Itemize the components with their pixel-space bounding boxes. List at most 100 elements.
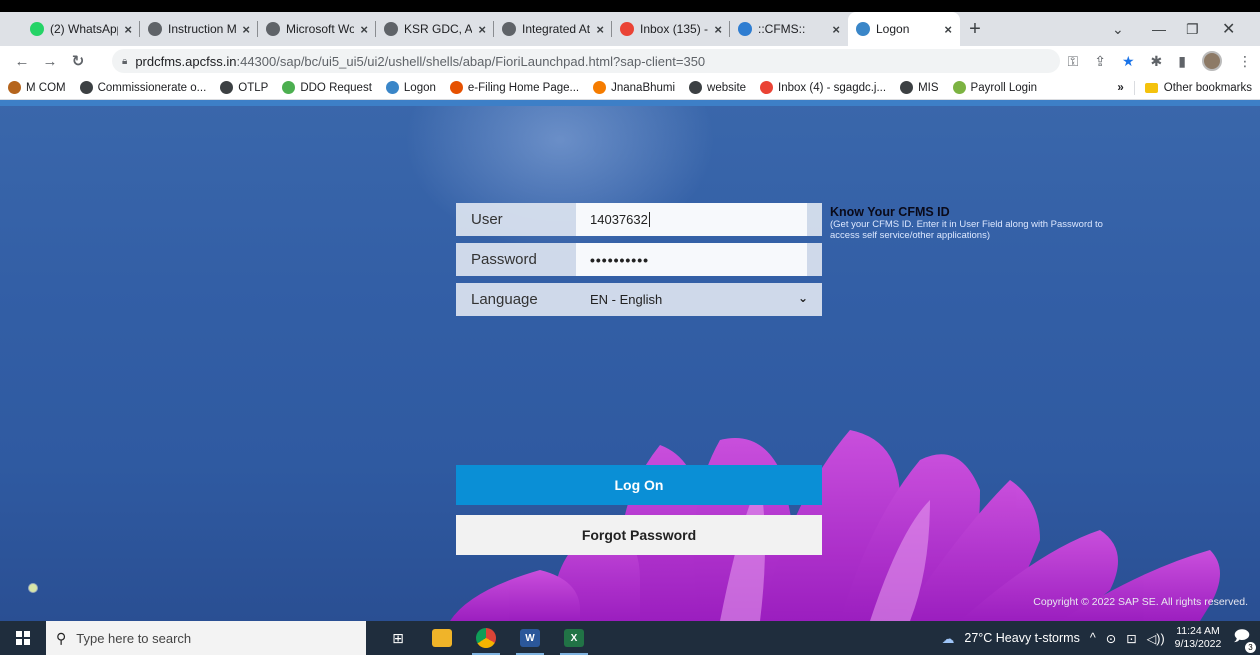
tab-search-chevron-icon[interactable]: ⌄: [1112, 12, 1124, 46]
minimize-button[interactable]: —: [1152, 12, 1166, 46]
sun-icon: [593, 81, 607, 94]
user-input[interactable]: 14037632: [576, 203, 807, 236]
close-tab-icon[interactable]: ×: [944, 22, 952, 37]
task-view-button[interactable]: ⊞: [376, 621, 420, 655]
bookmark-3[interactable]: DDO Request: [282, 81, 372, 94]
reload-button[interactable]: ↻: [64, 52, 92, 70]
password-label: Password: [471, 251, 537, 268]
weather-icon: ☁︎: [941, 631, 955, 646]
bookmark-label: Logon: [403, 81, 436, 94]
excel-taskbar-button[interactable]: X: [552, 621, 596, 655]
weather-text[interactable]: 27°C Heavy t-storms: [964, 631, 1079, 645]
forgot-password-button[interactable]: Forgot Password: [456, 515, 822, 555]
other-bookmarks-button[interactable]: Other bookmarks: [1164, 82, 1252, 94]
bookmarks-bar: M COM Commissionerate o... OTLP DDO Request…: [0, 76, 1260, 100]
side-panel-icon[interactable]: ▮: [1178, 53, 1186, 70]
tab-5[interactable]: Inbox (135) - ×: [612, 12, 730, 46]
gmail-icon: [620, 22, 634, 36]
bookmark-label: Payroll Login: [970, 81, 1038, 94]
globe-icon: [502, 22, 516, 36]
file-explorer-button[interactable]: [420, 621, 464, 655]
volume-icon[interactable]: ◁)): [1147, 631, 1165, 646]
notification-icon[interactable]: 🗩︎ 3: [1233, 626, 1256, 653]
bookmarks-separator: [1133, 81, 1135, 95]
profile-avatar[interactable]: [1202, 51, 1222, 71]
chrome-taskbar-button[interactable]: [464, 621, 508, 655]
close-tab-icon[interactable]: ×: [714, 22, 722, 37]
tab-label: Inbox (135) -: [640, 22, 709, 36]
ddo-icon: [282, 81, 296, 94]
globe-icon: [900, 81, 914, 94]
bookmark-2[interactable]: OTLP: [220, 81, 268, 94]
language-select-value: EN - English: [590, 292, 663, 307]
cfms-id-info: Know Your CFMS ID (Get your CFMS ID. Ent…: [830, 205, 1120, 241]
key-icon[interactable]: ⚿: [1068, 53, 1079, 70]
password-input[interactable]: ••••••••••: [576, 243, 807, 276]
tab-3[interactable]: KSR GDC, AN ×: [376, 12, 494, 46]
bookmark-label: OTLP: [238, 81, 269, 94]
bookmark-5[interactable]: e-Filing Home Page...: [449, 81, 579, 94]
bookmark-4[interactable]: Logon: [385, 81, 436, 94]
user-field-row: User 14037632: [456, 203, 822, 236]
tab-0[interactable]: (2) WhatsApp ×: [22, 12, 140, 46]
globe-icon: [384, 22, 398, 36]
bookmark-9[interactable]: MIS: [900, 81, 939, 94]
close-tab-icon[interactable]: ×: [124, 22, 132, 37]
tab-6[interactable]: ::CFMS:: ×: [730, 12, 848, 46]
word-icon: W: [520, 629, 540, 647]
star-icon[interactable]: ★: [1122, 53, 1135, 70]
clock[interactable]: 11:24 AM 9/13/2022: [1175, 625, 1222, 651]
bookmark-label: Inbox (4) - sgagdc.j...: [778, 81, 887, 94]
forward-button[interactable]: →: [36, 53, 64, 70]
bookmark-label: DDO Request: [300, 81, 372, 94]
address-bar[interactable]: 🔒︎ prdcfms.apcfss.in :44300/sap/bc/ui5_u…: [112, 49, 1060, 73]
language-select[interactable]: EN - English: [576, 283, 807, 316]
cfms-icon: [738, 22, 752, 36]
bookmark-10[interactable]: Payroll Login: [952, 81, 1038, 94]
network-icon[interactable]: ⊡: [1126, 631, 1136, 646]
tab-7[interactable]: Logon ×: [848, 12, 960, 46]
extensions-icon[interactable]: ✱: [1151, 53, 1163, 70]
back-button[interactable]: ←: [8, 53, 36, 70]
menu-icon[interactable]: ⋮: [1238, 53, 1252, 70]
accessibility-icon[interactable]: [28, 583, 38, 593]
start-button[interactable]: [0, 621, 46, 655]
tab-1[interactable]: Instruction M ×: [140, 12, 258, 46]
url-host: prdcfms.apcfss.in: [135, 53, 237, 69]
close-tab-icon[interactable]: ×: [478, 22, 486, 37]
share-icon[interactable]: ⇪: [1094, 53, 1106, 70]
efiling-icon: [449, 81, 463, 94]
bookmark-label: MIS: [918, 81, 939, 94]
cfms-info-title[interactable]: Know Your CFMS ID: [830, 205, 1120, 219]
header-strip: [0, 100, 1260, 106]
new-tab-button[interactable]: +: [960, 12, 990, 46]
bookmark-1[interactable]: Commissionerate o...: [79, 81, 206, 94]
system-tray: ☁︎ 27°C Heavy t-storms ^ ⊙ ⊡ ◁)) 11:24 A…: [942, 621, 1260, 655]
bookmark-6[interactable]: JnanaBhumi: [593, 81, 675, 94]
more-bookmarks-button[interactable]: »: [1117, 82, 1123, 94]
globe-icon: [689, 81, 703, 94]
show-hidden-icons[interactable]: ^: [1090, 631, 1096, 645]
tab-label: (2) WhatsApp: [50, 22, 119, 36]
close-tab-icon[interactable]: ×: [832, 22, 840, 37]
taskbar-search-box[interactable]: ⚲ Type here to search: [46, 621, 366, 655]
word-taskbar-button[interactable]: W: [508, 621, 552, 655]
tab-4[interactable]: Integrated At ×: [494, 12, 612, 46]
app-tray-icon[interactable]: ⊙: [1106, 631, 1116, 646]
tab-2[interactable]: Microsoft Wo ×: [258, 12, 376, 46]
close-tab-icon[interactable]: ×: [360, 22, 368, 37]
bookmark-7[interactable]: website: [689, 81, 746, 94]
user-label: User: [471, 211, 503, 228]
bookmark-8[interactable]: Inbox (4) - sgagdc.j...: [760, 81, 886, 94]
close-tab-icon[interactable]: ×: [242, 22, 250, 37]
taskbar-apps: ⊞ W X: [376, 621, 596, 655]
bookmark-label: website: [707, 81, 747, 94]
restore-button[interactable]: ❐: [1186, 12, 1199, 46]
log-on-button[interactable]: Log On: [456, 465, 822, 505]
bookmark-0[interactable]: M COM: [8, 81, 66, 94]
chevron-down-icon[interactable]: ⌄: [798, 291, 808, 305]
tab-label: KSR GDC, AN: [404, 22, 473, 36]
close-tab-icon[interactable]: ×: [596, 22, 604, 37]
task-view-icon: ⊞: [392, 629, 404, 646]
close-window-button[interactable]: ✕: [1222, 12, 1235, 46]
